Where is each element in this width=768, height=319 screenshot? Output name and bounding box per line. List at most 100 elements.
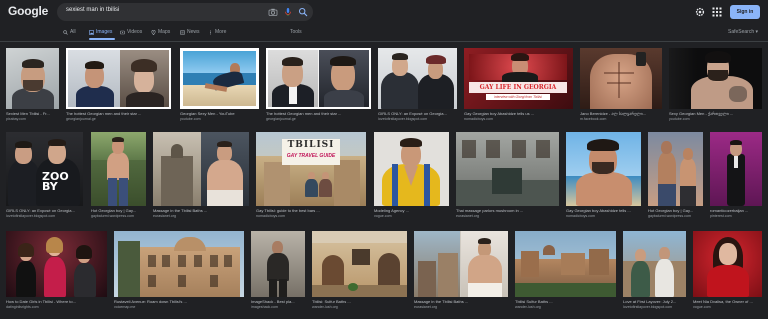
microphone-icon[interactable]	[283, 7, 293, 17]
image-result-tile[interactable]: Modeling Agency ... vogue.com	[374, 132, 449, 224]
result-caption[interactable]: How to Date Girls in Tbilisi - Where to.…	[6, 299, 107, 304]
result-source[interactable]: georgianjournal.ge	[66, 117, 171, 122]
result-thumbnail[interactable]: ZOO BY	[6, 132, 83, 206]
result-thumbnail[interactable]	[669, 48, 762, 109]
result-source[interactable]: pinterest.com	[710, 214, 762, 219]
result-thumbnail[interactable]	[515, 231, 616, 297]
image-result-tile[interactable]: Tbilisi: Sulfur Baths ... wander-lush.or…	[312, 231, 407, 315]
result-thumbnail[interactable]	[414, 231, 508, 297]
tab-more[interactable]: More	[208, 29, 226, 35]
result-thumbnail[interactable]	[710, 132, 762, 206]
result-source[interactable]: gaybalurmi.wordpress.com	[91, 214, 146, 219]
result-thumbnail[interactable]	[312, 231, 407, 297]
image-result-tile[interactable]: Thai massage parlors mushroom in ... eur…	[456, 132, 559, 224]
result-caption[interactable]: Thai massage parlors mushroom in ...	[456, 208, 559, 213]
result-source[interactable]: wander-lush.org	[312, 305, 407, 310]
image-result-tile[interactable]: How to Date Girls in Tbilisi - Where to.…	[6, 231, 107, 315]
image-result-tile[interactable]: Hot Georgian boy | Gay... gaybalurmi.wor…	[648, 132, 703, 224]
image-result-tile[interactable]: romanticozerbaijan ... pinterest.com	[710, 132, 762, 224]
image-result-tile[interactable]: Sexiest Men Tbilisi - Fr... pixabay.com	[6, 48, 59, 126]
tab-videos[interactable]: Videos	[120, 29, 142, 35]
image-result-tile[interactable]: The hottest Georgian men and their star …	[66, 48, 171, 126]
result-caption[interactable]: Love at First Layover: July 2...	[623, 299, 686, 304]
camera-icon[interactable]	[268, 7, 278, 17]
result-source[interactable]: lovetofirstlayover.blogspot.com	[378, 117, 457, 122]
result-source[interactable]: youtube.com	[180, 117, 259, 122]
result-thumbnail[interactable]	[648, 132, 703, 206]
result-source[interactable]: datinginlisrights.com	[6, 305, 107, 310]
tab-maps[interactable]: Maps	[151, 29, 170, 35]
result-caption[interactable]: The hottest Georgian men and their star …	[266, 111, 371, 116]
result-source[interactable]: eurasianet.org	[153, 214, 249, 219]
image-result-tile[interactable]: Rustaveli Avenue: Roam down Tbilisi's ..…	[114, 231, 244, 315]
sign-in-button[interactable]: Sign in	[730, 5, 760, 19]
image-result-tile[interactable]: ImageShack - Best pla... imageshack.com	[251, 231, 305, 315]
result-caption[interactable]: Meet Nia Dvalisa, the Owner of ...	[693, 299, 762, 304]
result-source[interactable]: nomadicboys.com	[464, 117, 573, 122]
result-caption[interactable]: Massage in the Tbilisi Baths ...	[414, 299, 508, 304]
search-box[interactable]: sexiest man in tbilisi	[57, 3, 313, 21]
result-caption[interactable]: GIRLS ONLY: an Exposé on Georgia...	[378, 111, 457, 116]
result-source[interactable]: wander-lush.org	[515, 305, 616, 310]
result-source[interactable]: vogue.com	[374, 214, 449, 219]
safesearch-button[interactable]: SafeSearch ▾	[728, 29, 758, 35]
apps-grid-icon[interactable]	[711, 6, 723, 18]
image-result-tile[interactable]: TBILISI GAY TRAVEL GUIDE Gay Tbilisi: gu…	[256, 132, 366, 224]
image-result-tile[interactable]: Sexy Georgian Men - ქართველი ... youtube…	[669, 48, 762, 126]
result-thumbnail[interactable]	[456, 132, 559, 206]
image-result-tile[interactable]: Georgian Sexy Men - YouTube youtube.com	[180, 48, 259, 126]
image-result-tile[interactable]: Jano Berenidze - ალ ბალყარელი... m.faceb…	[580, 48, 662, 126]
result-caption[interactable]: Hot Georgian boy | Gay...	[648, 208, 703, 213]
result-thumbnail[interactable]: GAY LIFE IN GEORGIA interview with Giorg…	[464, 48, 573, 109]
image-result-tile[interactable]: The hottest Georgian men and their star …	[266, 48, 371, 126]
result-caption[interactable]: Sexiest Men Tbilisi - Fr...	[6, 111, 59, 116]
result-thumbnail[interactable]	[378, 48, 457, 109]
search-input[interactable]: sexiest man in tbilisi	[66, 7, 119, 13]
result-caption[interactable]: Georgian Sexy Men - YouTube	[180, 111, 259, 116]
result-caption[interactable]: Gay Tbilisi: guide to the best bars ...	[256, 208, 366, 213]
result-caption[interactable]: Hot Georgian boy | Gay...	[91, 208, 146, 213]
result-caption[interactable]: Rustaveli Avenue: Roam down Tbilisi's ..…	[114, 299, 244, 304]
result-caption[interactable]: GIRLS ONLY: an Exposé on Georgia...	[6, 208, 83, 213]
result-source[interactable]: pixabay.com	[6, 117, 59, 122]
image-result-tile[interactable]: Massage in the Tbilisi Baths ... eurasia…	[153, 132, 249, 224]
result-caption[interactable]: Gay Georgian boy Abashidze tells ...	[566, 208, 641, 213]
result-thumbnail[interactable]	[566, 132, 641, 206]
google-logo[interactable]: Google	[8, 4, 48, 18]
result-thumbnail[interactable]	[251, 231, 305, 297]
search-icon[interactable]	[298, 7, 308, 17]
result-thumbnail[interactable]	[266, 48, 371, 109]
tools-button[interactable]: Tools	[290, 29, 302, 35]
result-source[interactable]: voicemap.me	[114, 305, 244, 310]
image-result-tile[interactable]: GAY LIFE IN GEORGIA interview with Giorg…	[464, 48, 573, 126]
result-thumbnail[interactable]	[180, 48, 259, 109]
result-source[interactable]: imageshack.com	[251, 305, 305, 310]
result-thumbnail[interactable]	[153, 132, 249, 206]
result-caption[interactable]: ImageShack - Best pla...	[251, 299, 305, 304]
result-caption[interactable]: Jano Berenidze - ალ ბალყარელი...	[580, 111, 662, 116]
result-thumbnail[interactable]	[91, 132, 146, 206]
result-source[interactable]: lovetofirstlayover.blogspot.com	[623, 305, 686, 310]
result-caption[interactable]: Modeling Agency ...	[374, 208, 449, 213]
image-result-tile[interactable]: Love at First Layover: July 2... lovetof…	[623, 231, 686, 315]
result-caption[interactable]: Sexy Georgian Men - ქართველი ...	[669, 111, 762, 116]
result-thumbnail[interactable]	[6, 48, 59, 109]
result-caption[interactable]: The hottest Georgian men and their star …	[66, 111, 171, 116]
tab-all[interactable]: All	[63, 29, 76, 35]
result-thumbnail[interactable]	[580, 48, 662, 109]
image-result-tile[interactable]: Massage in the Tbilisi Baths ... eurasia…	[414, 231, 508, 315]
result-source[interactable]: nomadicboys.com	[566, 214, 641, 219]
image-result-tile[interactable]: Gay Georgian boy Abashidze tells ... nom…	[566, 132, 641, 224]
result-source[interactable]: eurasianet.org	[414, 305, 508, 310]
result-caption[interactable]: Tbilisi: Sulfur Baths ...	[312, 299, 407, 304]
result-thumbnail[interactable]	[623, 231, 686, 297]
result-source[interactable]: eurasianet.org	[456, 214, 559, 219]
result-source[interactable]: georgianjournal.ge	[266, 117, 371, 122]
result-thumbnail[interactable]	[114, 231, 244, 297]
tab-news[interactable]: News	[180, 29, 200, 35]
image-result-tile[interactable]: Hot Georgian boy | Gay... gaybalurmi.wor…	[91, 132, 146, 224]
result-source[interactable]: vogue.com	[693, 305, 762, 310]
image-result-tile[interactable]: Tbilisi Sulfur Baths ... wander-lush.org	[515, 231, 616, 315]
result-source[interactable]: gaybalurmi.wordpress.com	[648, 214, 703, 219]
tab-images[interactable]: Images	[89, 29, 112, 35]
